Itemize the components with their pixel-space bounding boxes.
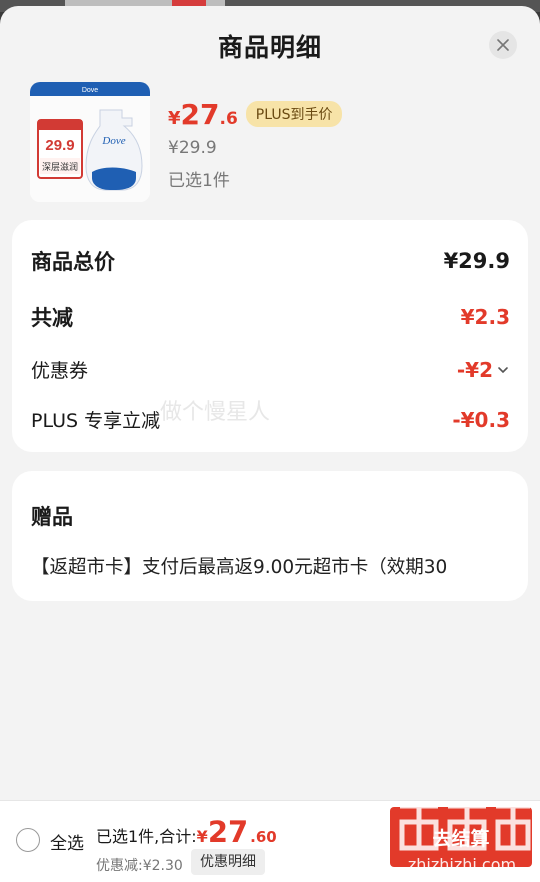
product-detail-sheet: 商品明细 Dove 29.9 深层滋润 Dove ¥ 27 .6 PLUS到手价… [0,6,540,881]
plus-price-row: ¥ 27 .6 PLUS到手价 [168,98,343,132]
plus-reduction-value: -¥0.3 [452,407,510,432]
product-image-art: Dove 29.9 深层滋润 Dove [30,82,150,202]
selected-count: 已选1件 [168,171,230,191]
total-price-value: ¥29.9 [443,249,510,273]
bottom-checkout-bar: 全选 已选1件,合计: ¥ 27 .60 优惠减:¥2.30 优惠明细 去结算 [0,800,540,882]
image-product-brand: Dove [101,135,125,147]
checkout-button[interactable]: 去结算 [390,807,532,867]
close-icon [497,39,509,51]
user-watermark: 做个慢星人 [160,400,271,425]
gift-title: 赠品 [31,505,73,529]
chevron-down-icon[interactable] [496,363,510,377]
plus-reduction-row: PLUS 专享立减 -¥0.3 [31,406,510,433]
image-badge-price: 29.9 [45,137,74,154]
price-currency: ¥ [168,108,181,129]
order-total: 已选1件,合计: ¥ 27 .60 [96,815,277,849]
image-badge-text: 深层滋润 [42,161,78,173]
total-price-row: 商品总价 ¥29.9 [31,246,510,276]
total-decimal: .60 [250,828,277,846]
price-decimal: .6 [219,109,238,129]
select-all-label[interactable]: 全选 [50,829,84,854]
total-currency: ¥ [196,827,208,846]
total-price-label: 商品总价 [31,250,115,274]
sheet-title: 商品明细 [217,33,322,62]
gift-card: 赠品 【返超市卡】支付后最高返9.00元超市卡（效期30 [12,471,528,601]
coupon-label: 优惠券 [31,360,89,382]
total-integer: 27 [207,815,249,849]
plus-price-badge: PLUS到手价 [245,101,343,127]
gift-description: 【返超市卡】支付后最高返9.00元超市卡（效期30 [31,557,448,578]
coupon-value: -¥2 [456,357,493,382]
price-integer: 27 [180,98,220,131]
total-reduction-label: 共减 [31,306,73,330]
plus-reduction-label: PLUS 专享立减 [31,410,161,432]
coupon-value-wrap: -¥2 [457,358,510,382]
coupon-row[interactable]: 优惠券 -¥2 [31,356,510,383]
select-all-checkbox[interactable] [16,828,40,852]
total-reduction-value: ¥2.3 [460,305,510,329]
total-prefix: 已选1件,合计: [96,827,197,846]
total-reduction-row: 共减 ¥2.3 [31,302,510,332]
discount-detail-button[interactable]: 优惠明细 [191,849,265,875]
close-button[interactable] [489,31,517,59]
image-brand-text: Dove [82,87,98,94]
product-image[interactable]: Dove 29.9 深层滋润 Dove [30,82,150,202]
checkout-label: 去结算 [432,827,490,850]
original-price: ¥29.9 [168,138,217,158]
discount-summary: 优惠减:¥2.30 [96,858,183,874]
